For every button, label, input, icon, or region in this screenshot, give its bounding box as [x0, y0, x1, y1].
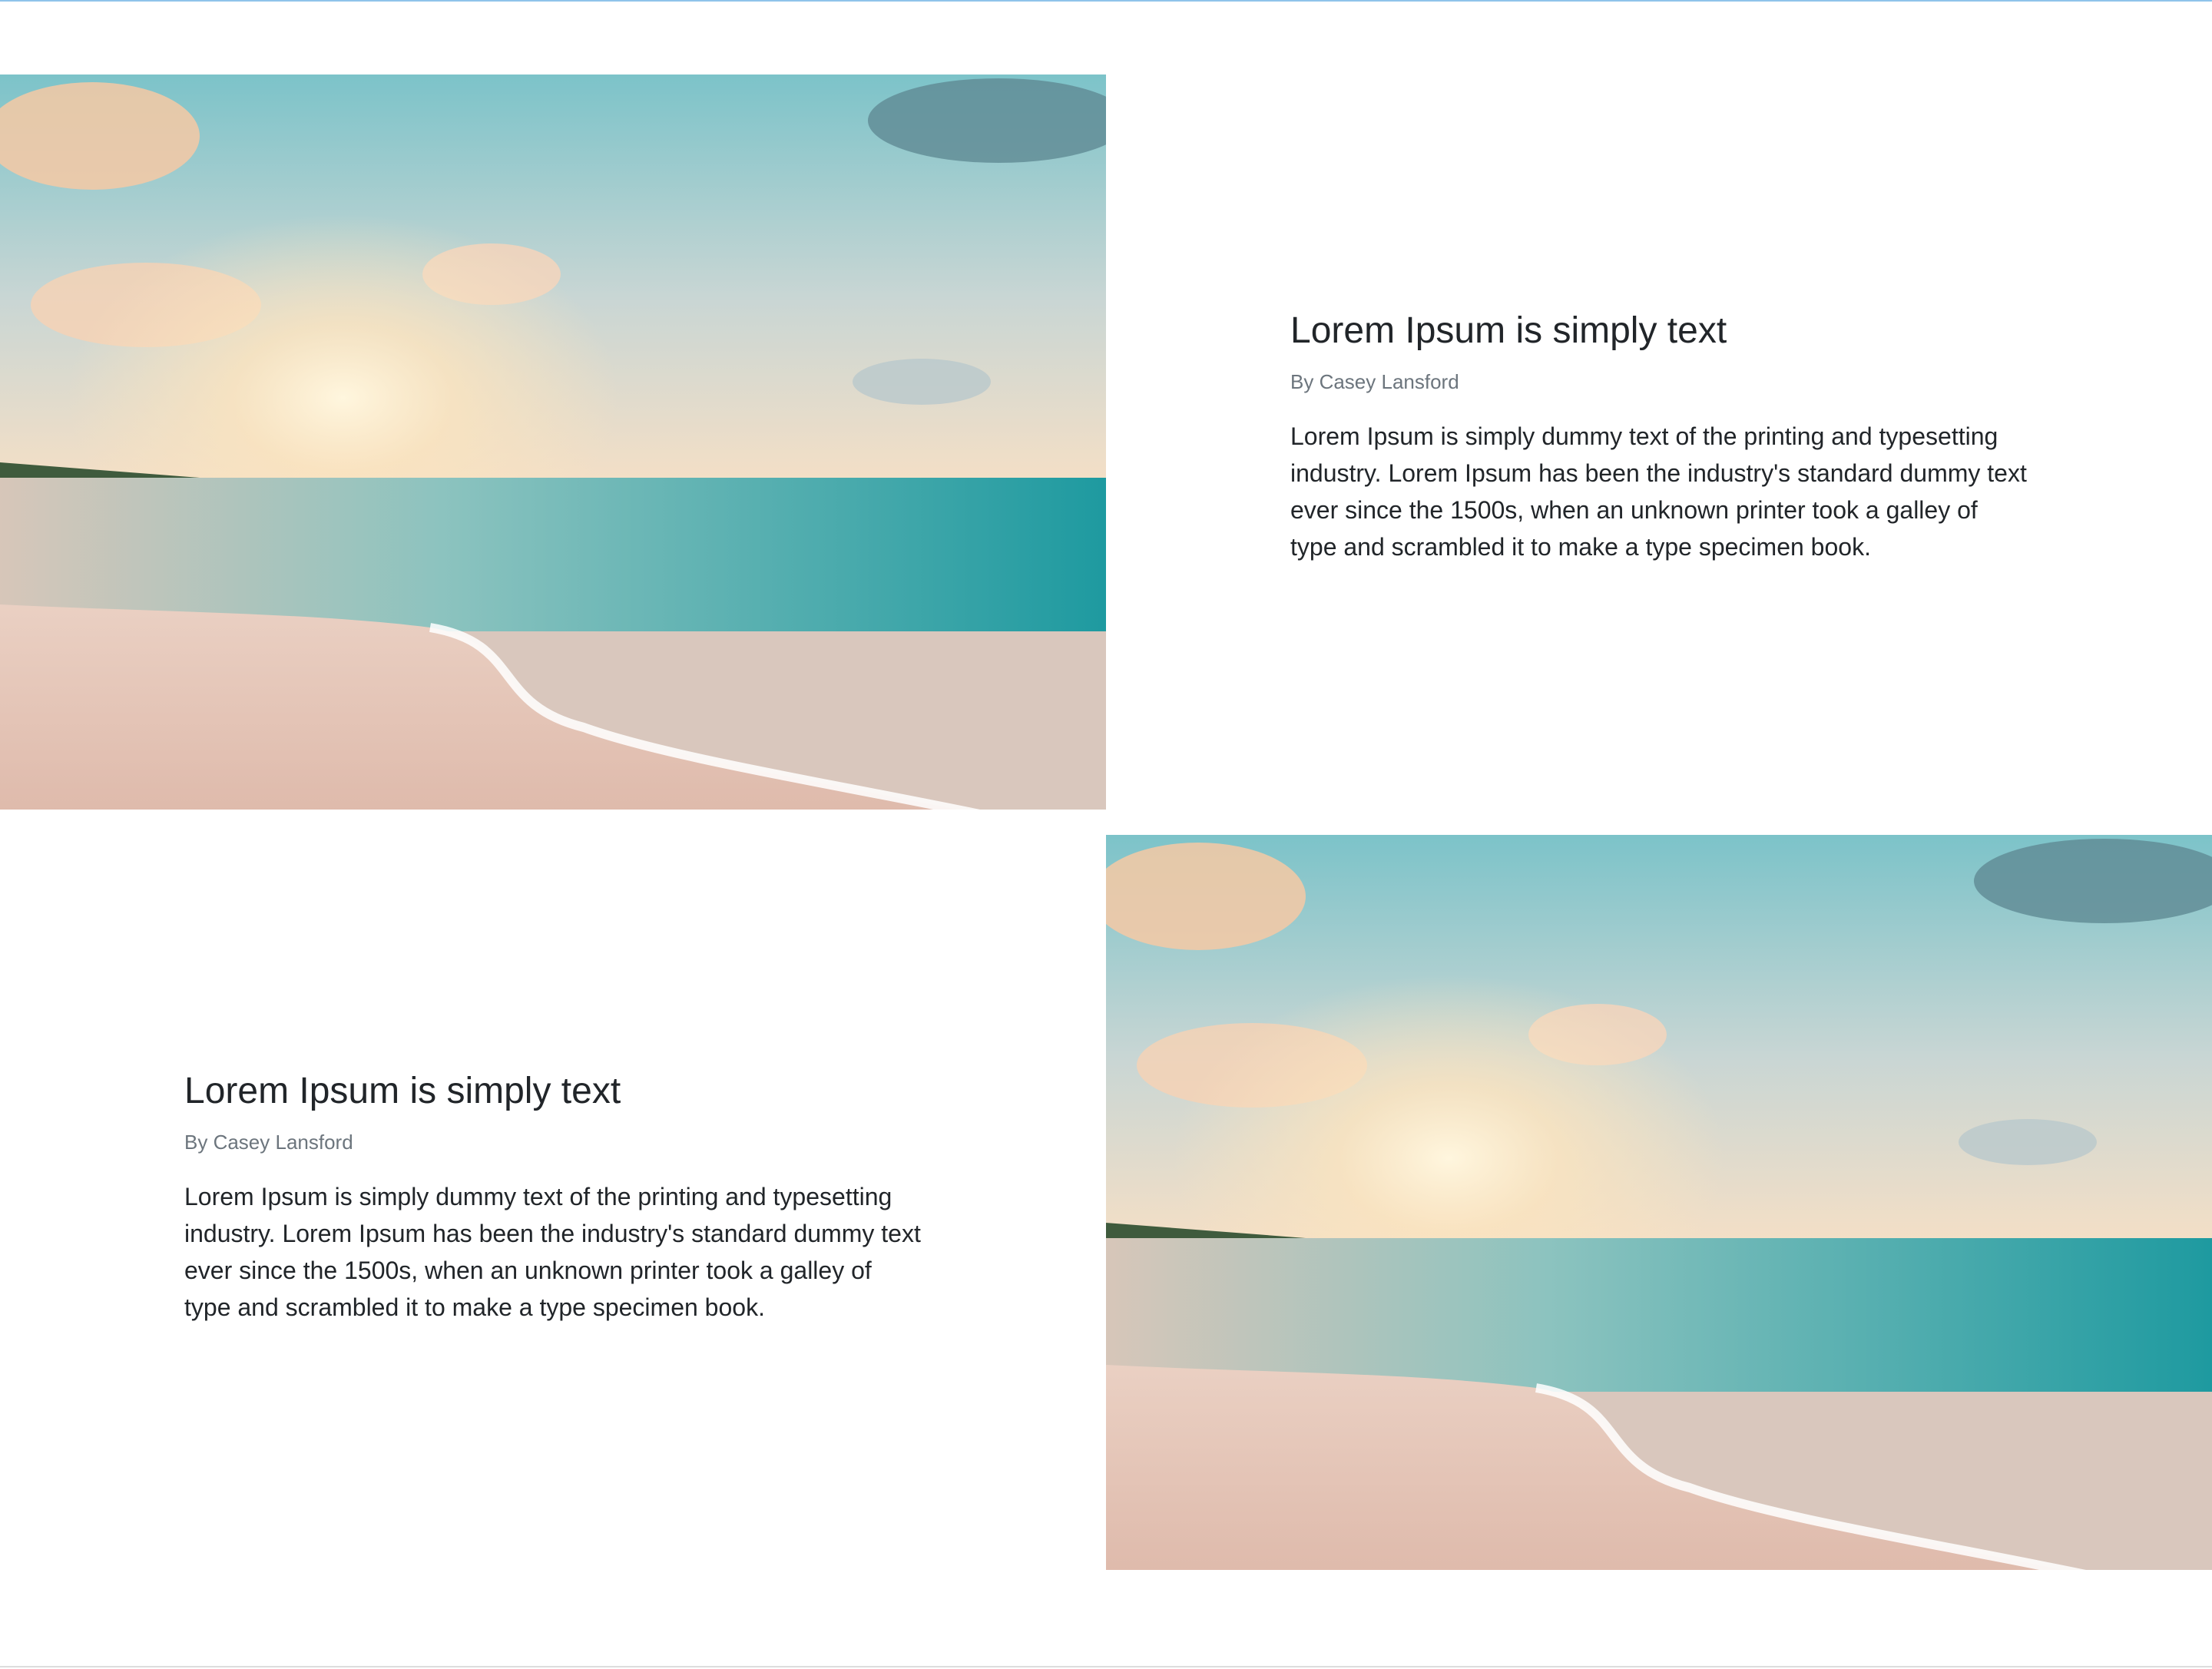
article-body: Lorem Ipsum is simply dummy text of the … [1290, 422, 2027, 561]
beach-sunset-image [0, 75, 1106, 810]
article-text-section-1: Lorem Ipsum is simply text By Casey Lans… [1290, 307, 2028, 565]
article-author: By Casey Lansford [184, 1131, 353, 1154]
bottom-border [0, 1666, 2212, 1667]
article-body: Lorem Ipsum is simply dummy text of the … [184, 1183, 921, 1321]
article-title: Lorem Ipsum is simply text [1290, 310, 1727, 351]
article-text-section-2: Lorem Ipsum is simply text By Casey Lans… [184, 1068, 922, 1326]
top-border [0, 0, 2212, 2]
beach-sunset-image [1106, 835, 2212, 1570]
article-author: By Casey Lansford [1290, 370, 1459, 393]
article-title: Lorem Ipsum is simply text [184, 1071, 621, 1111]
